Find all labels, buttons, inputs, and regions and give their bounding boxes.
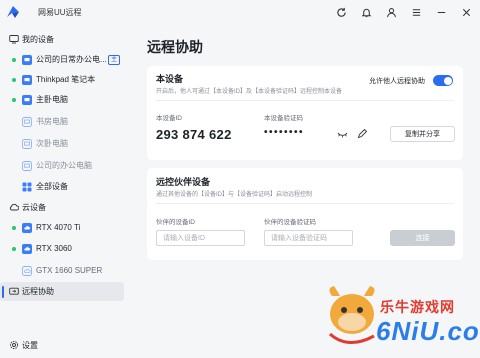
- refresh-button[interactable]: [333, 4, 349, 20]
- close-button[interactable]: [458, 4, 474, 20]
- copy-share-button[interactable]: 复制并分享: [390, 126, 455, 142]
- allow-remote-toggle[interactable]: [433, 75, 453, 86]
- card-title: 远控伙伴设备: [156, 177, 211, 187]
- partner-device-card: 远控伙伴设备 通过其他设备的【设备ID】与【设备验证码】启动远程控制 伙伴的设备…: [147, 168, 463, 260]
- card-subtitle: 通过其他设备的【设备ID】与【设备验证码】启动远程控制: [156, 192, 313, 198]
- computer-icon: [22, 54, 32, 65]
- device-code-masked: ••••••••: [264, 127, 305, 138]
- account-button[interactable]: [383, 4, 399, 20]
- gear-icon: [9, 340, 19, 350]
- toggle-knob: [443, 76, 452, 85]
- sidebar-item-thinkpad[interactable]: Thinkpad 笔记本: [0, 70, 124, 89]
- computer-icon: [22, 74, 32, 85]
- computer-icon: [22, 138, 32, 149]
- allow-remote-label: 允许他人远程协助: [369, 78, 425, 85]
- sidebar-item-label: 远程协助: [22, 287, 54, 296]
- sidebar-item-label: 主卧电脑: [36, 95, 68, 104]
- page-title: 远程协助: [147, 39, 203, 55]
- menu-button[interactable]: [408, 4, 424, 20]
- notification-button[interactable]: [358, 4, 374, 20]
- partner-code-label: 伙伴的设备验证码: [264, 219, 316, 226]
- online-status-dot: [12, 225, 16, 230]
- sidebar-item-office[interactable]: 公司的办公电脑: [0, 156, 124, 175]
- sidebar-item-master-bedroom[interactable]: 主卧电脑: [0, 90, 124, 109]
- watermark-text: 乐牛游戏网: [380, 299, 455, 315]
- minimize-button[interactable]: [433, 4, 449, 20]
- section-label: 云设备: [22, 202, 46, 212]
- sidebar-item-second-bedroom[interactable]: 次卧电脑: [0, 134, 124, 153]
- sidebar-item-label: Thinkpad 笔记本: [36, 75, 96, 84]
- sidebar-item-rtx-3060[interactable]: RTX 3060: [0, 239, 124, 258]
- app-logo-icon: [7, 6, 19, 18]
- local-device-card: 本设备 开启后，他人可通过【本设备ID】及【本设备验证码】远程控制本设备 允许他…: [147, 66, 463, 160]
- online-status-dot: [12, 246, 16, 251]
- sidebar-item-label: 公司的日常办公电...: [36, 55, 107, 64]
- settings-button[interactable]: 设置: [0, 336, 128, 354]
- sidebar-item-remote-assist[interactable]: 远程协助: [0, 282, 124, 301]
- section-label: 我的设备: [22, 34, 54, 44]
- close-icon: [462, 8, 470, 16]
- online-status-dot: [12, 97, 16, 102]
- sidebar: 我的设备 公司的日常办公电... 主 Thinkpad 笔记本 主卧电脑 书房电…: [0, 24, 128, 358]
- section-my-devices[interactable]: 我的设备: [0, 30, 128, 48]
- bell-icon: [361, 8, 371, 17]
- online-status-dot: [12, 57, 16, 62]
- card-subtitle: 开启后，他人可通过【本设备ID】及【本设备验证码】远程控制本设备: [156, 89, 343, 95]
- device-list-icon: [9, 35, 19, 44]
- sidebar-item-office-daily[interactable]: 公司的日常办公电... 主: [0, 50, 124, 69]
- sidebar-item-label: 全部设备: [36, 182, 68, 191]
- section-cloud-devices[interactable]: 云设备: [0, 198, 128, 216]
- partner-id-label: 伙伴的设备ID: [156, 219, 195, 226]
- minimize-icon: [437, 11, 445, 13]
- cloud-icon: [9, 203, 19, 211]
- connect-button[interactable]: 连接: [390, 230, 455, 246]
- computer-icon: [22, 116, 32, 127]
- hamburger-icon: [412, 8, 420, 16]
- sidebar-item-rtx-4070ti[interactable]: RTX 4070 Ti: [0, 218, 124, 237]
- computer-icon: [22, 160, 32, 171]
- sidebar-item-label: GTX 1660 SUPER: [36, 266, 103, 275]
- sidebar-item-label: RTX 3060: [36, 244, 72, 253]
- title-bar: 网易UU远程: [0, 0, 480, 24]
- cloud-pc-icon: [22, 265, 32, 276]
- refresh-icon: [336, 7, 346, 17]
- online-status-dot: [12, 77, 16, 82]
- sidebar-item-gtx-1660super[interactable]: GTX 1660 SUPER: [0, 261, 124, 280]
- settings-label: 设置: [22, 340, 38, 350]
- device-id-value: 293 874 622: [156, 127, 232, 142]
- active-indicator: [2, 285, 4, 298]
- edit-code-pencil-icon[interactable]: [357, 129, 367, 139]
- show-code-eye-icon[interactable]: [337, 130, 348, 139]
- primary-badge: 主: [107, 55, 120, 65]
- grid-icon: [22, 182, 32, 191]
- sidebar-item-label: 次卧电脑: [36, 139, 68, 148]
- sidebar-item-label: RTX 4070 Ti: [36, 223, 81, 232]
- partner-id-input[interactable]: 请输入设备ID: [156, 230, 245, 246]
- cloud-pc-icon: [22, 222, 32, 233]
- device-code-label: 本设备验证码: [264, 115, 303, 122]
- partner-code-input[interactable]: 请输入设备验证码: [264, 230, 353, 246]
- sidebar-item-all-devices[interactable]: 全部设备: [0, 177, 124, 196]
- cloud-pc-icon: [22, 243, 32, 254]
- sidebar-item-study[interactable]: 书房电脑: [0, 112, 124, 131]
- divider: [156, 203, 454, 204]
- divider: [156, 100, 454, 101]
- remote-assist-icon: [9, 287, 19, 295]
- card-title: 本设备: [156, 74, 184, 84]
- watermark-brand: 6NiU.com: [376, 316, 480, 346]
- sidebar-item-label: 公司的办公电脑: [36, 161, 92, 170]
- device-id-label: 本设备ID: [156, 115, 182, 122]
- sidebar-item-label: 书房电脑: [36, 117, 68, 126]
- user-icon: [386, 7, 396, 17]
- app-title: 网易UU远程: [38, 8, 82, 17]
- computer-icon: [22, 94, 32, 105]
